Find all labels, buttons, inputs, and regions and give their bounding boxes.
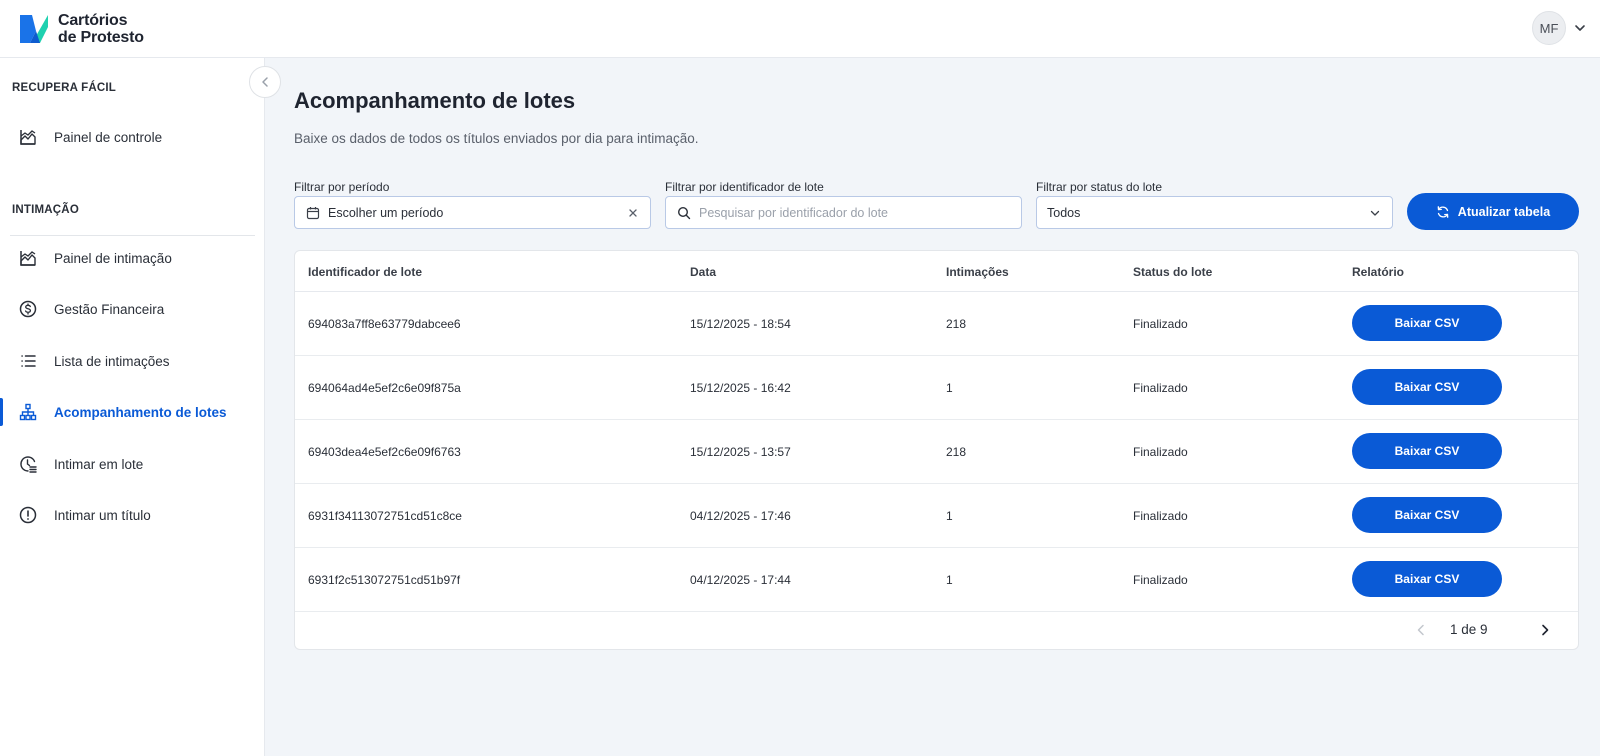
page-title: Acompanhamento de lotes xyxy=(294,88,576,113)
chevron-left-icon xyxy=(262,77,268,87)
cell-intimacoes: 218 xyxy=(946,317,967,331)
refresh-table-button[interactable]: Atualizar tabela xyxy=(1407,193,1579,230)
hierarchy-icon xyxy=(18,402,38,422)
column-header-identifier: Identificador de lote xyxy=(308,265,423,279)
chart-area-icon xyxy=(18,127,38,147)
download-csv-button[interactable]: Baixar CSV xyxy=(1352,305,1502,341)
sidebar-collapse-button[interactable] xyxy=(249,66,281,98)
user-avatar[interactable]: MF xyxy=(1532,11,1566,45)
sidebar-item-painel-de-intimacao[interactable]: Painel de intimação xyxy=(0,236,264,280)
cartorios-logo-icon xyxy=(20,15,48,43)
identifier-filter-label: Filtrar por identificador de lote xyxy=(665,180,824,194)
cell-status: Finalizado xyxy=(1133,381,1188,395)
download-csv-button[interactable]: Baixar CSV xyxy=(1352,433,1502,469)
download-csv-button[interactable]: Baixar CSV xyxy=(1352,497,1502,533)
refresh-table-label: Atualizar tabela xyxy=(1457,204,1551,219)
status-filter-value: Todos xyxy=(1047,205,1081,220)
cell-intimacoes: 1 xyxy=(946,381,953,395)
sidebar-section-recupera-facil: RECUPERA FÁCIL xyxy=(12,82,116,94)
search-icon xyxy=(676,205,691,220)
sidebar-item-label: Painel de intimação xyxy=(54,250,172,266)
identifier-search-input[interactable] xyxy=(699,205,999,220)
cell-identifier: 69403dea4e5ef2c6e09f6763 xyxy=(308,445,461,459)
download-csv-button[interactable]: Baixar CSV xyxy=(1352,561,1502,597)
cell-status: Finalizado xyxy=(1133,445,1188,459)
chevron-right-icon[interactable] xyxy=(1538,623,1552,637)
status-filter-label: Filtrar por status do lote xyxy=(1036,180,1163,194)
column-header-intimacoes: Intimações xyxy=(946,265,1009,279)
cell-date: 15/12/2025 - 13:57 xyxy=(690,445,791,459)
cell-status: Finalizado xyxy=(1133,317,1188,331)
table-row: 6931f2c513072751cd51b97f 04/12/2025 - 17… xyxy=(295,548,1578,612)
brand-logo[interactable]: Cartórios de Protesto xyxy=(18,12,144,46)
cell-intimacoes: 218 xyxy=(946,445,967,459)
dollar-circle-icon xyxy=(18,299,38,319)
sidebar-item-label: Lista de intimações xyxy=(54,353,170,369)
table-row: 694064ad4e5ef2c6e09f875a 15/12/2025 - 16… xyxy=(295,356,1578,420)
cell-status: Finalizado xyxy=(1133,509,1188,523)
clock-list-icon xyxy=(18,454,38,474)
period-filter-value: Escolher um período xyxy=(328,205,444,220)
cell-intimacoes: 1 xyxy=(946,573,953,587)
top-bar: Cartórios de Protesto MF xyxy=(0,0,1600,58)
pagination: 1 de 9 xyxy=(1278,611,1578,649)
identifier-filter-field xyxy=(665,196,1022,229)
cell-identifier: 6931f2c513072751cd51b97f xyxy=(308,573,461,587)
refresh-icon xyxy=(1437,205,1449,218)
brand-name-line2: de Protesto xyxy=(58,29,144,46)
alert-circle-icon xyxy=(18,505,38,525)
calendar-icon xyxy=(305,205,320,220)
chart-area-icon xyxy=(18,248,38,268)
chevron-down-icon xyxy=(1368,206,1382,220)
sidebar-item-label: Intimar um título xyxy=(54,507,151,523)
sidebar-item-lista-de-intimacoes[interactable]: Lista de intimações xyxy=(0,339,264,383)
status-filter-select[interactable]: Todos xyxy=(1036,196,1393,229)
sidebar-item-intimar-em-lote[interactable]: Intimar em lote xyxy=(0,442,264,486)
period-filter-label: Filtrar por período xyxy=(294,180,390,194)
cell-identifier: 694083a7ff8e63779dabcee6 xyxy=(308,317,461,331)
list-icon xyxy=(18,351,38,371)
column-header-date: Data xyxy=(690,265,717,279)
table-header: Identificador de lote Data Intimações St… xyxy=(295,251,1578,292)
sidebar-item-gestao-financeira[interactable]: Gestão Financeira xyxy=(0,287,264,331)
sidebar-section-intimacao: INTIMAÇÃO xyxy=(12,204,79,216)
cell-identifier: 694064ad4e5ef2c6e09f875a xyxy=(308,381,461,395)
page-subtitle: Baixe os dados de todos os títulos envia… xyxy=(294,131,699,146)
cell-date: 15/12/2025 - 18:54 xyxy=(690,317,791,331)
sidebar-item-intimar-um-titulo[interactable]: Intimar um título xyxy=(0,493,264,537)
cell-intimacoes: 1 xyxy=(946,509,953,523)
period-filter-field[interactable]: Escolher um período xyxy=(294,196,651,229)
table-row: 69403dea4e5ef2c6e09f6763 15/12/2025 - 13… xyxy=(295,420,1578,484)
column-header-report: Relatório xyxy=(1352,265,1405,279)
sidebar-item-label: Acompanhamento de lotes xyxy=(54,404,227,420)
chevron-left-icon xyxy=(1417,624,1424,636)
chevron-down-icon[interactable] xyxy=(1573,21,1587,35)
brand-name-line1: Cartórios xyxy=(58,12,128,29)
cell-identifier: 6931f34113072751cd51c8ce xyxy=(308,509,462,523)
cell-date: 04/12/2025 - 17:44 xyxy=(690,573,791,587)
brand-name: Cartórios de Protesto xyxy=(58,12,144,46)
sidebar-item-label: Painel de controle xyxy=(54,129,163,145)
lots-table: Identificador de lote Data Intimações St… xyxy=(294,250,1579,650)
sidebar-item-label: Gestão Financeira xyxy=(54,301,165,317)
sidebar: RECUPERA FÁCIL Painel de controle INTIMA… xyxy=(0,58,265,756)
sidebar-item-label: Intimar em lote xyxy=(54,456,144,472)
cell-status: Finalizado xyxy=(1133,573,1188,587)
table-row: 6931f34113072751cd51c8ce 04/12/2025 - 17… xyxy=(295,484,1578,548)
download-csv-button[interactable]: Baixar CSV xyxy=(1352,369,1502,405)
cell-date: 04/12/2025 - 17:46 xyxy=(690,509,791,523)
table-row: 694083a7ff8e63779dabcee6 15/12/2025 - 18… xyxy=(295,292,1578,356)
sidebar-item-painel-de-controle[interactable]: Painel de controle xyxy=(0,115,264,159)
clear-icon[interactable] xyxy=(626,206,640,220)
pagination-text: 1 de 9 xyxy=(1450,622,1488,637)
column-header-status: Status do lote xyxy=(1133,265,1213,279)
sidebar-item-acompanhamento-de-lotes[interactable]: Acompanhamento de lotes xyxy=(0,390,264,434)
cell-date: 15/12/2025 - 16:42 xyxy=(690,381,791,395)
